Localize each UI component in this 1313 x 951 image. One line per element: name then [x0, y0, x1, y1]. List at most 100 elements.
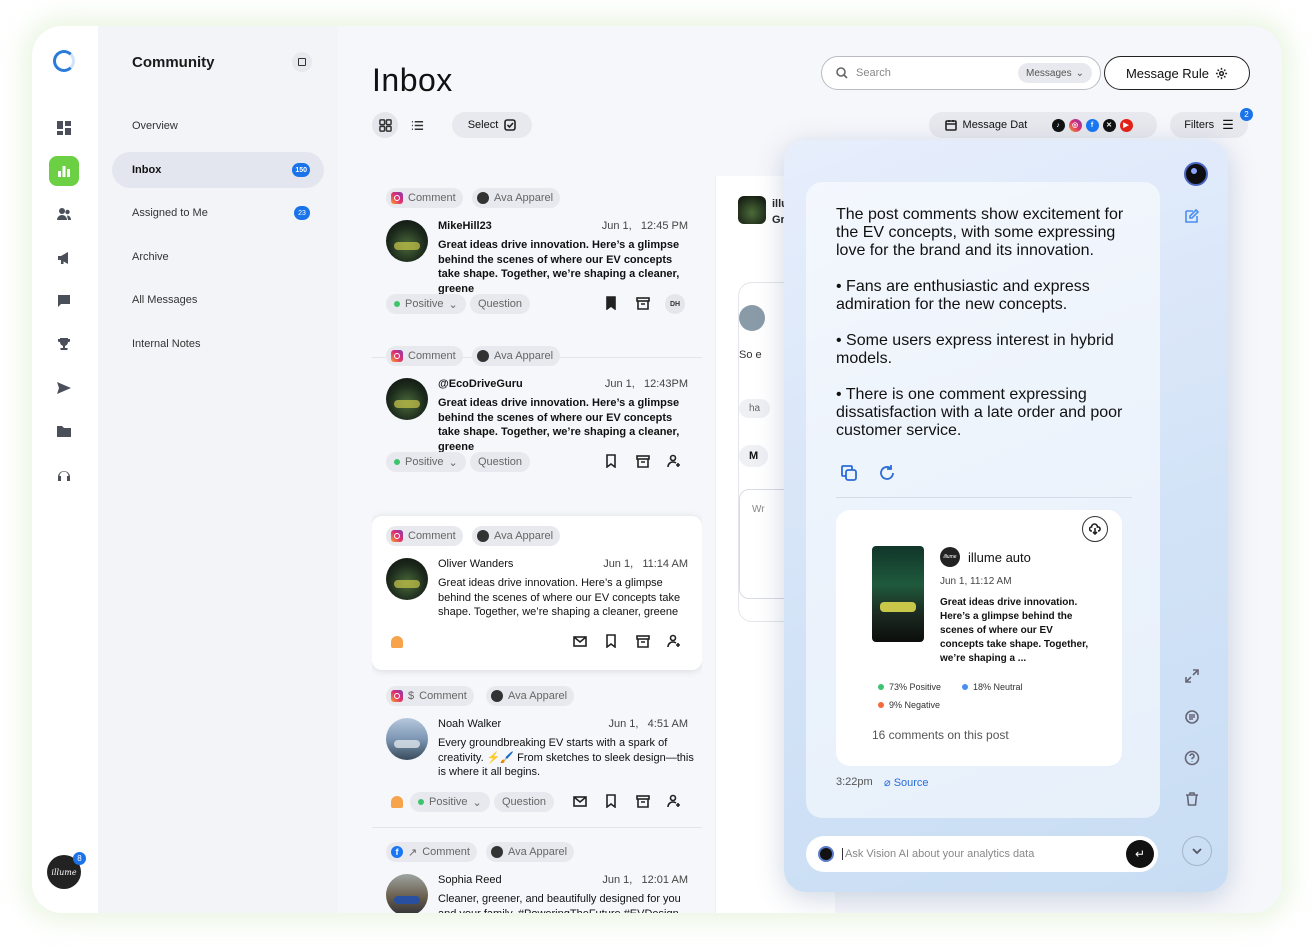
- category-tag[interactable]: Question: [470, 452, 531, 472]
- sidebar-item-archive[interactable]: Archive: [112, 239, 324, 275]
- assignee-avatar[interactable]: DH: [665, 294, 685, 314]
- divider: [372, 827, 702, 828]
- link-icon: ⌀: [884, 777, 891, 789]
- message-list: Comment Ava Apparel MikeHill23 Jun 1, 12…: [372, 172, 702, 913]
- megaphone-icon[interactable]: [49, 243, 79, 273]
- copy-icon[interactable]: [840, 464, 858, 482]
- sidebar-item-internal-notes[interactable]: Internal Notes: [112, 326, 324, 362]
- send-icon[interactable]: [49, 373, 79, 403]
- assign-user-icon[interactable]: [667, 454, 683, 470]
- send-button[interactable]: ↵: [1126, 840, 1154, 868]
- folder-icon[interactable]: [49, 416, 79, 446]
- instagram-icon[interactable]: ◎: [1068, 118, 1082, 132]
- instagram-icon: [391, 350, 403, 362]
- vision-ai-orb-icon[interactable]: [1184, 162, 1208, 186]
- ai-tools: [840, 464, 896, 482]
- reply-chip[interactable]: ha: [739, 399, 771, 418]
- sender-name: MikeHill23: [438, 220, 492, 232]
- archive-icon[interactable]: [636, 794, 652, 810]
- sentiment-dropdown[interactable]: Positive ⌄: [386, 452, 466, 472]
- bookmark-icon[interactable]: [604, 454, 620, 470]
- select-button[interactable]: Select: [452, 112, 532, 138]
- bookmark-outline-icon[interactable]: [604, 634, 620, 650]
- message-rule-button[interactable]: Message Rule: [1104, 56, 1250, 90]
- chat-icon[interactable]: [49, 286, 79, 316]
- list-view-button[interactable]: [404, 112, 430, 138]
- dashboard-icon[interactable]: [49, 113, 79, 143]
- archive-icon[interactable]: [636, 454, 652, 470]
- positive-dot-icon: [418, 799, 424, 805]
- mark-unread-icon[interactable]: [573, 794, 589, 810]
- trash-icon[interactable]: [1180, 787, 1204, 811]
- mark-unread-icon[interactable]: [573, 634, 589, 650]
- analytics-icon[interactable]: [49, 156, 79, 186]
- youtube-icon[interactable]: ▶: [1119, 118, 1133, 132]
- comment-count: 16 comments on this post: [872, 728, 1009, 742]
- category-tag[interactable]: Question: [470, 294, 531, 314]
- search-placeholder: Search: [856, 67, 891, 79]
- sentiment-dropdown[interactable]: Positive ⌄: [386, 294, 466, 314]
- assigned-count-badge: 23: [294, 206, 310, 220]
- ai-chat-input[interactable]: Ask Vision AI about your analytics data …: [806, 836, 1158, 872]
- message-rule-label: Message Rule: [1125, 65, 1210, 81]
- list-item-selected[interactable]: Comment Ava Apparel Oliver Wanders Jun 1…: [372, 516, 702, 670]
- headphones-icon[interactable]: [49, 460, 79, 490]
- app-logo-icon[interactable]: [53, 50, 75, 72]
- edit-icon[interactable]: [1180, 204, 1204, 228]
- scroll-down-button[interactable]: [1182, 836, 1212, 866]
- facebook-icon[interactable]: f: [1085, 118, 1099, 132]
- history-icon[interactable]: [1180, 705, 1204, 729]
- post-account: illume auto: [968, 550, 1031, 565]
- message-type: Comment: [408, 350, 456, 362]
- chevron-down-icon: ⌄: [1075, 67, 1084, 79]
- sender-name: Sophia Reed: [438, 874, 502, 886]
- message-timestamp: Jun 1, 12:45 PM: [601, 220, 688, 232]
- category-tag[interactable]: Question: [494, 792, 555, 812]
- post-thumbnail: [738, 196, 766, 224]
- sidebar-item-all-messages[interactable]: All Messages: [112, 282, 324, 318]
- collapse-sidebar-button[interactable]: [292, 52, 312, 72]
- sentiment-label: Positive: [405, 298, 444, 310]
- search-input[interactable]: Search Messages ⌄: [821, 56, 1101, 90]
- filters-button[interactable]: Filters ☰: [1170, 112, 1248, 138]
- positive-dot-icon: [394, 301, 400, 307]
- archive-icon[interactable]: [636, 296, 652, 312]
- download-button[interactable]: [1082, 516, 1108, 542]
- sentiment-dropdown[interactable]: Positive ⌄: [410, 792, 490, 812]
- channel-chip: f ↗ Comment: [386, 842, 477, 862]
- reply-button[interactable]: M: [739, 445, 769, 467]
- sentiment-label: Positive: [429, 796, 468, 808]
- bookmark-icon[interactable]: [604, 794, 620, 810]
- list-icon: [411, 120, 423, 130]
- positive-stat: 73% Positive: [878, 682, 941, 692]
- users-icon[interactable]: [49, 199, 79, 229]
- archive-icon[interactable]: [636, 634, 652, 650]
- grid-icon: [378, 118, 392, 132]
- assign-user-icon[interactable]: [667, 634, 683, 650]
- help-icon[interactable]: [1180, 746, 1204, 770]
- list-item[interactable]: Comment Ava Apparel @EcoDriveGuru Jun 1,…: [372, 346, 702, 510]
- list-item[interactable]: $ Comment Ava Apparel Noah Walker Jun 1, …: [372, 676, 702, 826]
- sidebar-item-assigned[interactable]: Assigned to Me 23: [112, 195, 324, 231]
- source-link[interactable]: ⌀ Source: [884, 776, 929, 789]
- list-item[interactable]: Comment Ava Apparel MikeHill23 Jun 1, 12…: [372, 172, 702, 352]
- sidebar-item-label: All Messages: [132, 294, 198, 306]
- trophy-icon[interactable]: [49, 329, 79, 359]
- brand-chip: Ava Apparel: [472, 526, 561, 546]
- channel-filter[interactable]: ♪ ◎ f ✕ ▶: [1027, 112, 1157, 138]
- tiktok-icon[interactable]: ♪: [1051, 118, 1065, 132]
- message-type: Comment: [419, 690, 467, 702]
- refresh-icon[interactable]: [878, 464, 896, 482]
- post-card[interactable]: illume illume auto Jun 1, 11:12 AM Great…: [836, 510, 1122, 766]
- assign-user-icon[interactable]: [667, 794, 683, 810]
- grid-view-button[interactable]: [372, 112, 398, 138]
- expand-icon[interactable]: [1180, 664, 1204, 688]
- page-title: Inbox: [372, 62, 453, 98]
- sidebar-item-overview[interactable]: Overview: [112, 108, 324, 144]
- x-icon[interactable]: ✕: [1102, 118, 1116, 132]
- avatar: [386, 378, 428, 420]
- list-item[interactable]: f ↗ Comment Ava Apparel Sophia Reed Jun 1,…: [372, 832, 702, 913]
- search-scope-dropdown[interactable]: Messages ⌄: [1018, 63, 1092, 83]
- sidebar-item-inbox[interactable]: Inbox 150: [112, 152, 324, 188]
- bookmark-icon[interactable]: [604, 296, 620, 312]
